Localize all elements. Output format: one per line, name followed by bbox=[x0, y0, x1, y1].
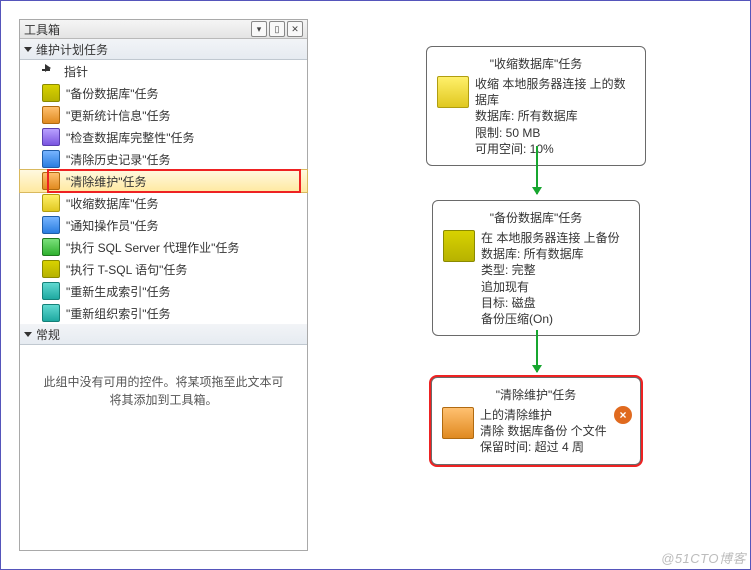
designer-surface[interactable]: "收缩数据库"任务 收缩 本地服务器连接 上的数据库 数据库: 所有数据库 限制… bbox=[331, 16, 735, 554]
error-badge-icon[interactable]: × bbox=[614, 406, 632, 424]
section-general[interactable]: 常规 bbox=[20, 324, 307, 345]
item-label: "清除维护"任务 bbox=[66, 173, 147, 190]
item-label: "备份数据库"任务 bbox=[66, 85, 159, 102]
toolbox-item[interactable]: "更新统计信息"任务 bbox=[20, 104, 307, 126]
task-icon bbox=[42, 84, 60, 102]
toolbox-item[interactable]: "备份数据库"任务 bbox=[20, 82, 307, 104]
task-title: "收缩数据库"任务 bbox=[437, 53, 635, 76]
task-icon bbox=[42, 216, 60, 234]
toolbox-item[interactable]: "清除历史记录"任务 bbox=[20, 148, 307, 170]
item-label: "清除历史记录"任务 bbox=[66, 151, 171, 168]
item-label: "检查数据库完整性"任务 bbox=[66, 129, 195, 146]
connector-arrow bbox=[536, 146, 538, 194]
section-plan-tasks[interactable]: 维护计划任务 bbox=[20, 39, 307, 60]
close-button[interactable]: ✕ bbox=[287, 21, 303, 37]
item-label: "更新统计信息"任务 bbox=[66, 107, 171, 124]
toolbox-item[interactable]: "重新组织索引"任务 bbox=[20, 302, 307, 324]
task-icon bbox=[42, 304, 60, 322]
toolbox-item[interactable]: "重新生成索引"任务 bbox=[20, 280, 307, 302]
toolbox-header: 工具箱 ▾ ▯ ✕ bbox=[20, 20, 307, 39]
item-label: "执行 T-SQL 语句"任务 bbox=[66, 261, 187, 278]
task-detail: 上的清除维护 清除 数据库备份 个文件 保留时间: 超过 4 周 bbox=[480, 407, 607, 456]
task-icon bbox=[42, 150, 60, 168]
pointer-item[interactable]: 指针 bbox=[20, 60, 307, 82]
task-icon bbox=[42, 260, 60, 278]
shrink-db-icon bbox=[437, 76, 469, 108]
connector-arrow bbox=[536, 330, 538, 372]
toolbox-item[interactable]: "检查数据库完整性"任务 bbox=[20, 126, 307, 148]
task-backup-db[interactable]: "备份数据库"任务 在 本地服务器连接 上备份 数据库: 所有数据库 类型: 完… bbox=[432, 200, 640, 336]
task-detail: 收缩 本地服务器连接 上的数据库 数据库: 所有数据库 限制: 50 MB 可用… bbox=[475, 76, 635, 157]
task-maintenance-cleanup[interactable]: "清除维护"任务 上的清除维护 清除 数据库备份 个文件 保留时间: 超过 4 … bbox=[431, 377, 641, 465]
task-icon bbox=[42, 194, 60, 212]
toolbox-panel: 工具箱 ▾ ▯ ✕ 维护计划任务 指针 "备份数据库"任务 "更新统计信息"任务 "… bbox=[19, 19, 308, 551]
backup-db-icon bbox=[443, 230, 475, 262]
toolbox-item[interactable]: "通知操作员"任务 bbox=[20, 214, 307, 236]
task-icon bbox=[42, 106, 60, 124]
toolbox-item[interactable]: "清除维护"任务 bbox=[20, 170, 307, 192]
task-icon bbox=[42, 128, 60, 146]
collapse-icon bbox=[24, 332, 32, 337]
item-label: "执行 SQL Server 代理作业"任务 bbox=[66, 239, 239, 256]
toolbox-item[interactable]: "执行 T-SQL 语句"任务 bbox=[20, 258, 307, 280]
section-label: 维护计划任务 bbox=[36, 41, 108, 58]
task-icon bbox=[42, 172, 60, 190]
pointer-icon bbox=[42, 63, 58, 79]
watermark: @51CTO博客 bbox=[661, 548, 746, 567]
toolbox-item[interactable]: "收缩数据库"任务 bbox=[20, 192, 307, 214]
pin-button[interactable]: ▯ bbox=[269, 21, 285, 37]
item-label: "收缩数据库"任务 bbox=[66, 195, 159, 212]
section-label: 常规 bbox=[36, 326, 60, 343]
collapse-icon bbox=[24, 47, 32, 52]
general-empty-text: 此组中没有可用的控件。将某项拖至此文本可将其添加到工具箱。 bbox=[20, 345, 307, 437]
cleanup-icon bbox=[442, 407, 474, 439]
task-detail: 在 本地服务器连接 上备份 数据库: 所有数据库 类型: 完整 追加现有 目标:… bbox=[481, 230, 620, 327]
dropdown-button[interactable]: ▾ bbox=[251, 21, 267, 37]
item-label: 指针 bbox=[64, 63, 88, 80]
toolbox-title: 工具箱 bbox=[24, 21, 249, 38]
task-title: "清除维护"任务 bbox=[442, 384, 630, 407]
task-title: "备份数据库"任务 bbox=[443, 207, 629, 230]
item-label: "通知操作员"任务 bbox=[66, 217, 159, 234]
toolbox-item[interactable]: "执行 SQL Server 代理作业"任务 bbox=[20, 236, 307, 258]
task-icon bbox=[42, 238, 60, 256]
item-label: "重新生成索引"任务 bbox=[66, 283, 171, 300]
task-icon bbox=[42, 282, 60, 300]
item-label: "重新组织索引"任务 bbox=[66, 305, 171, 322]
